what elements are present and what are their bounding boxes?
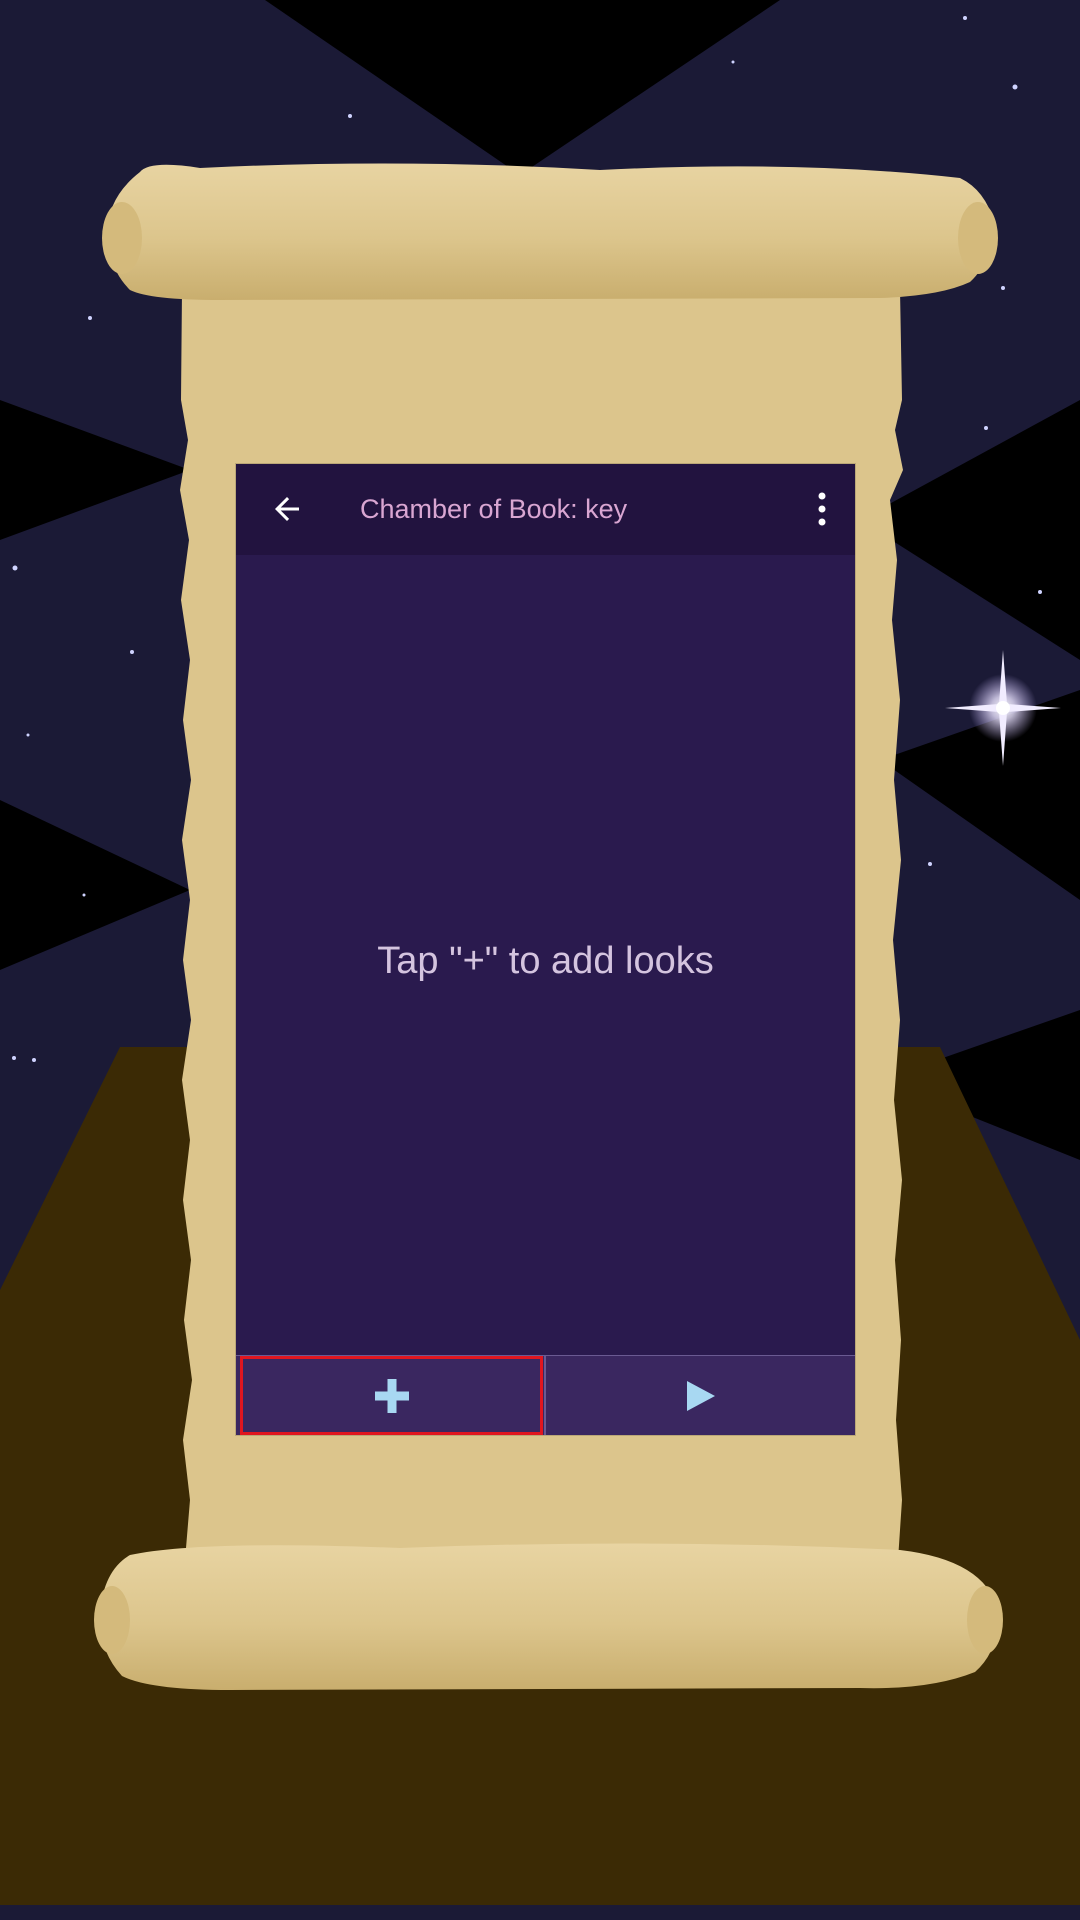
toolbar-title: Chamber of Book: key bbox=[360, 494, 628, 524]
star bbox=[348, 114, 352, 118]
star bbox=[1038, 590, 1042, 594]
star bbox=[88, 316, 92, 320]
overflow-menu-button[interactable] bbox=[802, 482, 842, 536]
star bbox=[731, 60, 735, 64]
play-button[interactable] bbox=[546, 1356, 855, 1435]
arrow-left-icon bbox=[275, 497, 299, 521]
star bbox=[12, 565, 18, 571]
star bbox=[82, 893, 86, 897]
star bbox=[32, 1058, 36, 1062]
scroll-bottom-roll bbox=[99, 1543, 999, 1690]
star bbox=[130, 650, 134, 654]
star bbox=[963, 16, 967, 20]
star bbox=[12, 1056, 16, 1060]
star bbox=[984, 426, 988, 430]
star bbox=[26, 733, 30, 737]
play-icon bbox=[686, 1380, 715, 1411]
back-button[interactable] bbox=[260, 482, 314, 536]
empty-state-message: Tap "+" to add looks bbox=[377, 940, 714, 982]
star bbox=[1001, 286, 1005, 290]
stage-background: Chamber of Book: key Tap "+" to add look… bbox=[0, 0, 1080, 1920]
bottom-action-bar bbox=[236, 1355, 855, 1435]
add-look-button[interactable] bbox=[240, 1356, 543, 1435]
star bbox=[1012, 84, 1018, 90]
app-toolbar: Chamber of Book: key bbox=[236, 464, 855, 555]
plus-icon bbox=[374, 1378, 409, 1413]
scroll-top-roll bbox=[107, 163, 995, 300]
app-window: Chamber of Book: key Tap "+" to add look… bbox=[236, 464, 855, 1435]
floor-shadow bbox=[0, 1905, 1080, 1920]
more-vert-icon bbox=[818, 492, 826, 526]
star bbox=[928, 862, 932, 866]
